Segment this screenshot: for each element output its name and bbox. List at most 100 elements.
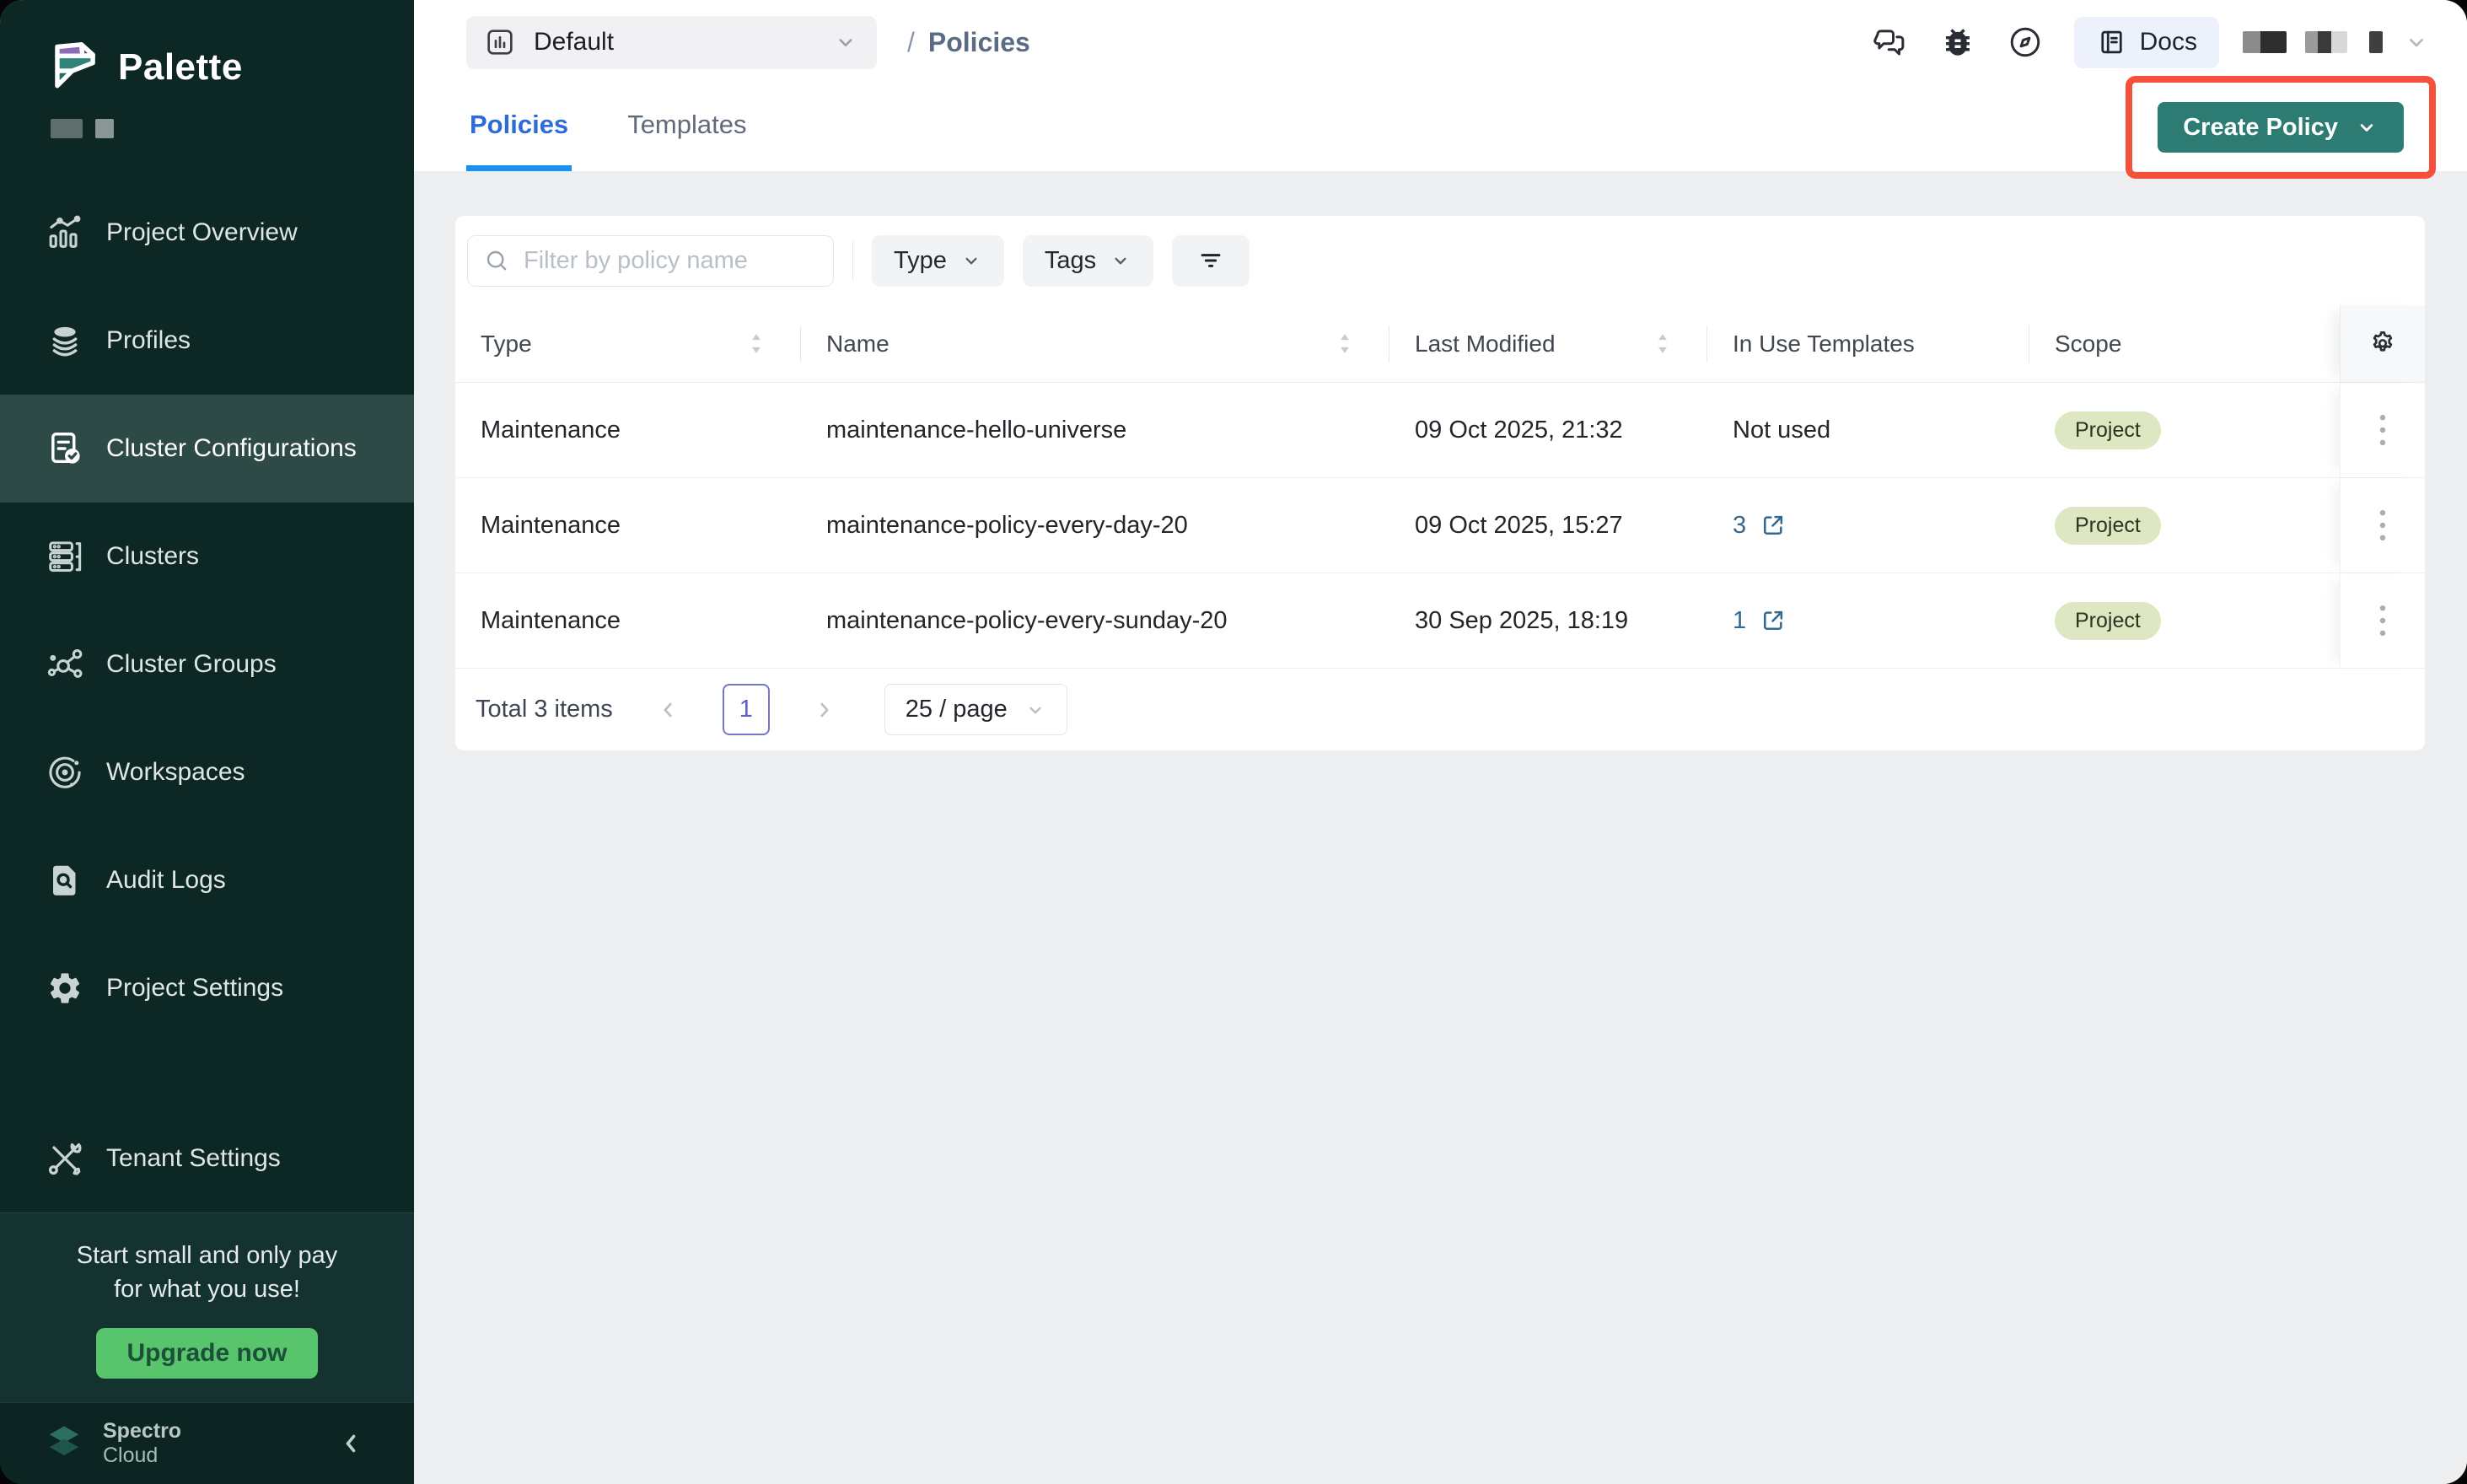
upgrade-now-button[interactable]: Upgrade now <box>96 1328 317 1379</box>
row-menu-button[interactable] <box>2372 407 2394 453</box>
sidebar-item-cluster-groups[interactable]: Cluster Groups <box>0 610 414 718</box>
kebab-menu-icon <box>2377 508 2389 543</box>
main-area: Default / Policies <box>414 0 2467 1484</box>
page-size-value: 25 / page <box>906 696 1008 723</box>
column-header-last-modified[interactable]: Last Modified <box>1389 305 1707 382</box>
sidebar-item-label: Audit Logs <box>106 866 226 895</box>
redacted-block <box>95 119 114 138</box>
bug-report-button[interactable] <box>1939 24 1976 61</box>
cell-name: maintenance-hello-universe <box>801 383 1389 477</box>
column-header-name[interactable]: Name <box>801 305 1389 382</box>
sort-icon <box>1655 331 1670 357</box>
cell-last-modified: 30 Sep 2025, 18:19 <box>1389 573 1707 668</box>
gear-icon <box>46 969 84 1008</box>
chevron-down-icon <box>833 30 858 55</box>
column-label: Scope <box>2055 331 2121 358</box>
in-use-templates-link[interactable]: 3 <box>1733 512 1787 540</box>
next-page-button[interactable] <box>812 697 837 723</box>
create-policy-button[interactable]: Create Policy <box>2158 102 2404 153</box>
cell-in-use: Not used <box>1707 383 2029 477</box>
chevron-left-icon <box>336 1429 365 1458</box>
sidebar-item-label: Project Overview <box>106 218 298 247</box>
page-number[interactable]: 1 <box>723 684 770 735</box>
scope-badge: Project <box>2055 602 2161 640</box>
in-use-count: 1 <box>1733 607 1746 635</box>
upgrade-text-line1: Start small and only pay <box>25 1239 389 1272</box>
column-header-in-use-templates: In Use Templates <box>1707 305 2029 382</box>
sidebar-collapse-button[interactable] <box>336 1429 365 1458</box>
table-row[interactable]: Maintenance maintenance-policy-every-sun… <box>455 573 2425 669</box>
scope-badge: Project <box>2055 411 2161 449</box>
sidebar-spacer <box>0 1042 414 1105</box>
chat-icon <box>1873 24 1908 60</box>
more-filters-button[interactable] <box>1172 235 1250 287</box>
footer-brand-line1: Spectro <box>103 1419 181 1444</box>
page-size-select[interactable]: 25 / page <box>884 684 1067 735</box>
sidebar-item-project-overview[interactable]: Project Overview <box>0 179 414 287</box>
cell-last-modified: 09 Oct 2025, 15:27 <box>1389 478 1707 573</box>
sidebar-item-workspaces[interactable]: Workspaces <box>0 718 414 826</box>
cell-last-modified: 09 Oct 2025, 21:32 <box>1389 383 1707 477</box>
column-header-scope: Scope <box>2029 305 2340 382</box>
sidebar-item-audit-logs[interactable]: Audit Logs <box>0 826 414 934</box>
topbar: Default / Policies <box>414 0 2467 84</box>
redacted-user-block <box>2369 31 2383 53</box>
document-check-icon <box>46 429 84 468</box>
tags-filter-dropdown[interactable]: Tags <box>1023 235 1153 287</box>
cell-scope: Project <box>2029 383 2340 477</box>
column-header-type[interactable]: Type <box>455 305 801 382</box>
policies-card: Type Tags <box>455 216 2425 750</box>
brand-logo: Palette <box>0 0 414 96</box>
project-selector[interactable]: Default <box>466 16 877 69</box>
divider <box>852 241 853 280</box>
project-selector-value: Default <box>534 28 614 56</box>
pagination-bar: Total 3 items 1 25 / page <box>455 669 2425 750</box>
row-menu-button[interactable] <box>2372 598 2394 643</box>
breadcrumb-separator: / <box>907 27 915 58</box>
tools-icon <box>46 1139 84 1178</box>
filter-lines-icon <box>1196 246 1225 275</box>
sidebar-redacted-text <box>51 119 414 138</box>
docs-button[interactable]: Docs <box>2074 17 2219 68</box>
table-row[interactable]: Maintenance maintenance-hello-universe 0… <box>455 383 2425 478</box>
topbar-actions: Docs <box>1841 17 2430 68</box>
scope-badge: Project <box>2055 507 2161 545</box>
palette-logo-icon <box>47 39 99 96</box>
cell-type: Maintenance <box>455 573 801 668</box>
breadcrumb-policies[interactable]: Policies <box>928 27 1030 58</box>
user-menu-button[interactable] <box>2403 29 2430 56</box>
external-link-icon <box>1760 607 1787 634</box>
cell-scope: Project <box>2029 478 2340 573</box>
tab-policies[interactable]: Policies <box>466 84 572 171</box>
type-filter-label: Type <box>894 247 947 275</box>
type-filter-dropdown[interactable]: Type <box>872 235 1004 287</box>
project-chart-icon <box>483 25 517 59</box>
book-icon <box>2096 26 2128 58</box>
tab-templates[interactable]: Templates <box>624 84 750 171</box>
search-input[interactable] <box>522 246 818 276</box>
prev-page-button[interactable] <box>655 697 680 723</box>
sidebar-item-profiles[interactable]: Profiles <box>0 287 414 395</box>
in-use-templates-link[interactable]: 1 <box>1733 607 1787 635</box>
table-settings-button[interactable] <box>2367 328 2399 360</box>
chat-button[interactable] <box>1872 24 1909 61</box>
sidebar-item-project-settings[interactable]: Project Settings <box>0 934 414 1042</box>
sidebar-item-cluster-configurations[interactable]: Cluster Configurations <box>0 395 414 503</box>
row-menu-button[interactable] <box>2372 503 2394 548</box>
docs-label: Docs <box>2140 28 2197 56</box>
explore-button[interactable] <box>2007 24 2044 61</box>
sidebar-item-tenant-settings[interactable]: Tenant Settings <box>0 1105 414 1212</box>
pagination-total: Total 3 items <box>476 696 613 723</box>
redacted-block <box>51 119 83 138</box>
chevron-down-icon <box>1024 699 1046 721</box>
kebab-menu-icon <box>2377 603 2389 638</box>
sidebar-item-clusters[interactable]: Clusters <box>0 503 414 610</box>
chevron-down-icon <box>1110 250 1131 272</box>
gear-icon <box>2367 328 2399 360</box>
sort-icon <box>749 331 764 357</box>
sidebar-item-label: Profiles <box>106 326 191 355</box>
upgrade-panel: Start small and only pay for what you us… <box>0 1212 414 1402</box>
spectro-cloud-logo-icon <box>42 1420 86 1467</box>
table-row[interactable]: Maintenance maintenance-policy-every-day… <box>455 478 2425 573</box>
chevron-down-icon <box>960 250 982 272</box>
